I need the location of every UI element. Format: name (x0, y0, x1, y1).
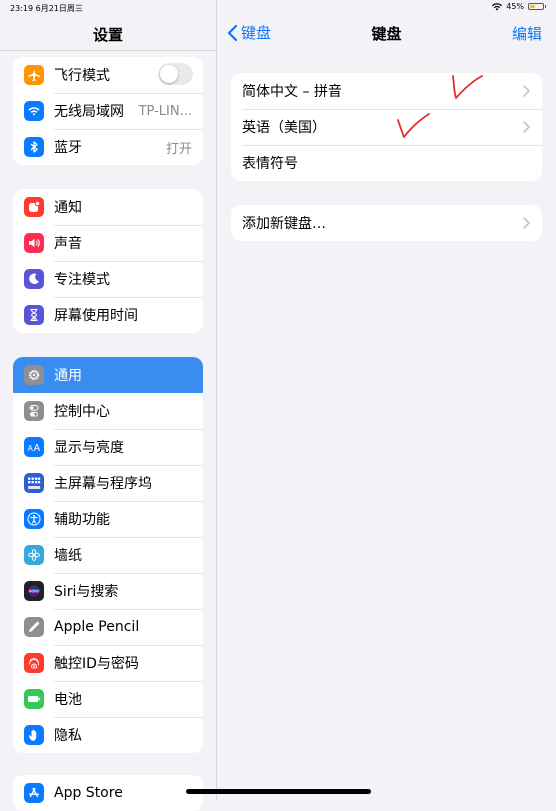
battery-percent: 45% (506, 2, 524, 11)
sidebar-item-label: 声音 (54, 236, 82, 252)
sidebar-group-notifications: 通知声音专注模式屏幕使用时间 (13, 189, 203, 333)
back-button[interactable]: 键盘 (227, 22, 271, 43)
sidebar-item-label: 飞行模式 (54, 68, 110, 84)
toggle-knob (160, 65, 178, 83)
sidebar-item-label: App Store (54, 785, 123, 801)
sidebar-item-value: TP-LIN... (138, 103, 192, 119)
sidebar-item-label: 电池 (54, 692, 82, 708)
sidebar-item-label: Siri与搜索 (54, 584, 119, 600)
airplane-icon (24, 65, 44, 85)
hand-icon (24, 725, 44, 745)
keyboards-list: 简体中文 – 拼音 英语（美国） 表情符号 (231, 73, 542, 181)
toggles-icon (24, 401, 44, 421)
chevron-right-icon (523, 85, 530, 97)
wifi-icon (24, 101, 44, 121)
add-keyboard-label: 添加新键盘… (242, 216, 326, 232)
sidebar-item-label: 主屏幕与程序坞 (54, 476, 152, 492)
sidebar-item-label: 屏幕使用时间 (54, 308, 138, 324)
sidebar-item-flower[interactable]: 墙纸 (13, 537, 203, 573)
add-keyboard-row[interactable]: 添加新键盘… (231, 205, 542, 241)
pencil-icon (24, 617, 44, 637)
settings-sidebar: 设置 飞行模式无线局域网 TP-LIN... 蓝牙 打开 通知声音专注模式屏幕使用时间… (0, 0, 217, 811)
battery-cap (545, 5, 546, 8)
sidebar-item-wifi[interactable]: 无线局域网 TP-LIN... (13, 93, 203, 129)
sidebar-item-label: 隐私 (54, 728, 82, 744)
sidebar-item-pencil[interactable]: Apple Pencil (13, 609, 203, 645)
notification-icon (24, 197, 44, 217)
hourglass-icon (24, 305, 44, 325)
sidebar-item-app-store[interactable]: App Store (13, 775, 203, 811)
sidebar-group-apps: App Store (13, 775, 203, 811)
wifi-status-icon (492, 2, 503, 10)
sidebar-item-bluetooth[interactable]: 蓝牙 打开 (13, 129, 203, 165)
accessibility-icon (24, 509, 44, 529)
sidebar-item-label: 通用 (54, 368, 82, 384)
chevron-right-icon (523, 217, 530, 229)
fingerprint-icon (24, 653, 44, 673)
sidebar-divider (0, 50, 216, 51)
sidebar-item-label: 专注模式 (54, 272, 110, 288)
keyboard-label: 表情符号 (242, 156, 298, 172)
sidebar-item-hand[interactable]: 隐私 (13, 717, 203, 753)
gear-icon (24, 365, 44, 385)
sidebar-item-speaker[interactable]: 声音 (13, 225, 203, 261)
speaker-icon (24, 233, 44, 253)
sidebar-item-toggles[interactable]: 控制中心 (13, 393, 203, 429)
sidebar-item-label: 辅助功能 (54, 512, 110, 528)
sidebar-item-label: 控制中心 (54, 404, 110, 420)
sidebar-item-accessibility[interactable]: 辅助功能 (13, 501, 203, 537)
keyboard-label: 简体中文 – 拼音 (242, 84, 342, 100)
handwritten-checkmark-1 (452, 75, 483, 99)
svg-text:A: A (34, 443, 41, 454)
keyboard-row[interactable]: 表情符号 (231, 145, 542, 181)
sidebar-item-label: 显示与亮度 (54, 440, 124, 456)
sidebar-item-notification[interactable]: 通知 (13, 189, 203, 225)
status-time: 23:19 6月21日周三 (10, 4, 83, 13)
sidebar-item-label: 无线局域网 (54, 104, 124, 120)
chevron-right-icon (523, 121, 530, 133)
home-indicator[interactable] (186, 789, 371, 794)
keyboards-pane: 键盘 键盘 编辑 简体中文 – 拼音 英语（美国） 表情符号 添加新键盘… (217, 0, 556, 800)
status-bar: 23:19 6月21日周三 45% (0, 0, 556, 16)
sidebar-item-label: 蓝牙 (54, 140, 82, 156)
keyboard-label: 英语（美国） (242, 120, 326, 136)
flower-icon (24, 545, 44, 565)
edit-button[interactable]: 编辑 (512, 23, 542, 44)
airplane-mode-toggle[interactable] (158, 63, 193, 85)
sidebar-item-battery[interactable]: 电池 (13, 681, 203, 717)
sidebar-item-label: 触控ID与密码 (54, 656, 139, 672)
battery-fill (530, 5, 535, 8)
home-grid-icon (24, 473, 44, 493)
sidebar-item-fingerprint[interactable]: 触控ID与密码 (13, 645, 203, 681)
sidebar-item-airplane[interactable]: 飞行模式 (13, 57, 203, 93)
siri-icon (24, 581, 44, 601)
battery-icon (528, 3, 544, 10)
sidebar-item-siri[interactable]: Siri与搜索 (13, 573, 203, 609)
sidebar-group-connectivity: 飞行模式无线局域网 TP-LIN... 蓝牙 打开 (13, 57, 203, 165)
sidebar-item-label: 墙纸 (54, 548, 82, 564)
chevron-left-icon (227, 24, 238, 41)
sidebar-item-value: 打开 (165, 141, 192, 157)
app-store-icon (24, 783, 44, 803)
bluetooth-icon (24, 137, 44, 157)
text-size-icon: AA (24, 437, 44, 457)
sidebar-item-moon[interactable]: 专注模式 (13, 261, 203, 297)
sidebar-item-home-grid[interactable]: 主屏幕与程序坞 (13, 465, 203, 501)
sidebar-item-label: 通知 (54, 200, 82, 216)
add-keyboard-group: 添加新键盘… (231, 205, 542, 241)
sidebar-item-label: Apple Pencil (54, 619, 140, 635)
status-right: 45% (492, 2, 546, 11)
back-label: 键盘 (241, 24, 272, 42)
keyboard-row[interactable]: 简体中文 – 拼音 (231, 73, 542, 109)
sidebar-item-text-size[interactable]: A A 显示与亮度 (13, 429, 203, 465)
handwritten-checkmark-2 (397, 113, 430, 138)
moon-icon (24, 269, 44, 289)
sidebar-item-hourglass[interactable]: 屏幕使用时间 (13, 297, 203, 333)
sidebar-item-gear[interactable]: 通用 (13, 357, 203, 393)
battery-icon (24, 689, 44, 709)
sidebar-title: 设置 (92, 26, 123, 44)
sidebar-group-general: 通用控制中心 A A 显示与亮度主屏幕与程序坞 辅助功能墙纸 Siri与搜索 Apple P… (13, 357, 203, 753)
keyboard-row[interactable]: 英语（美国） (231, 109, 542, 145)
